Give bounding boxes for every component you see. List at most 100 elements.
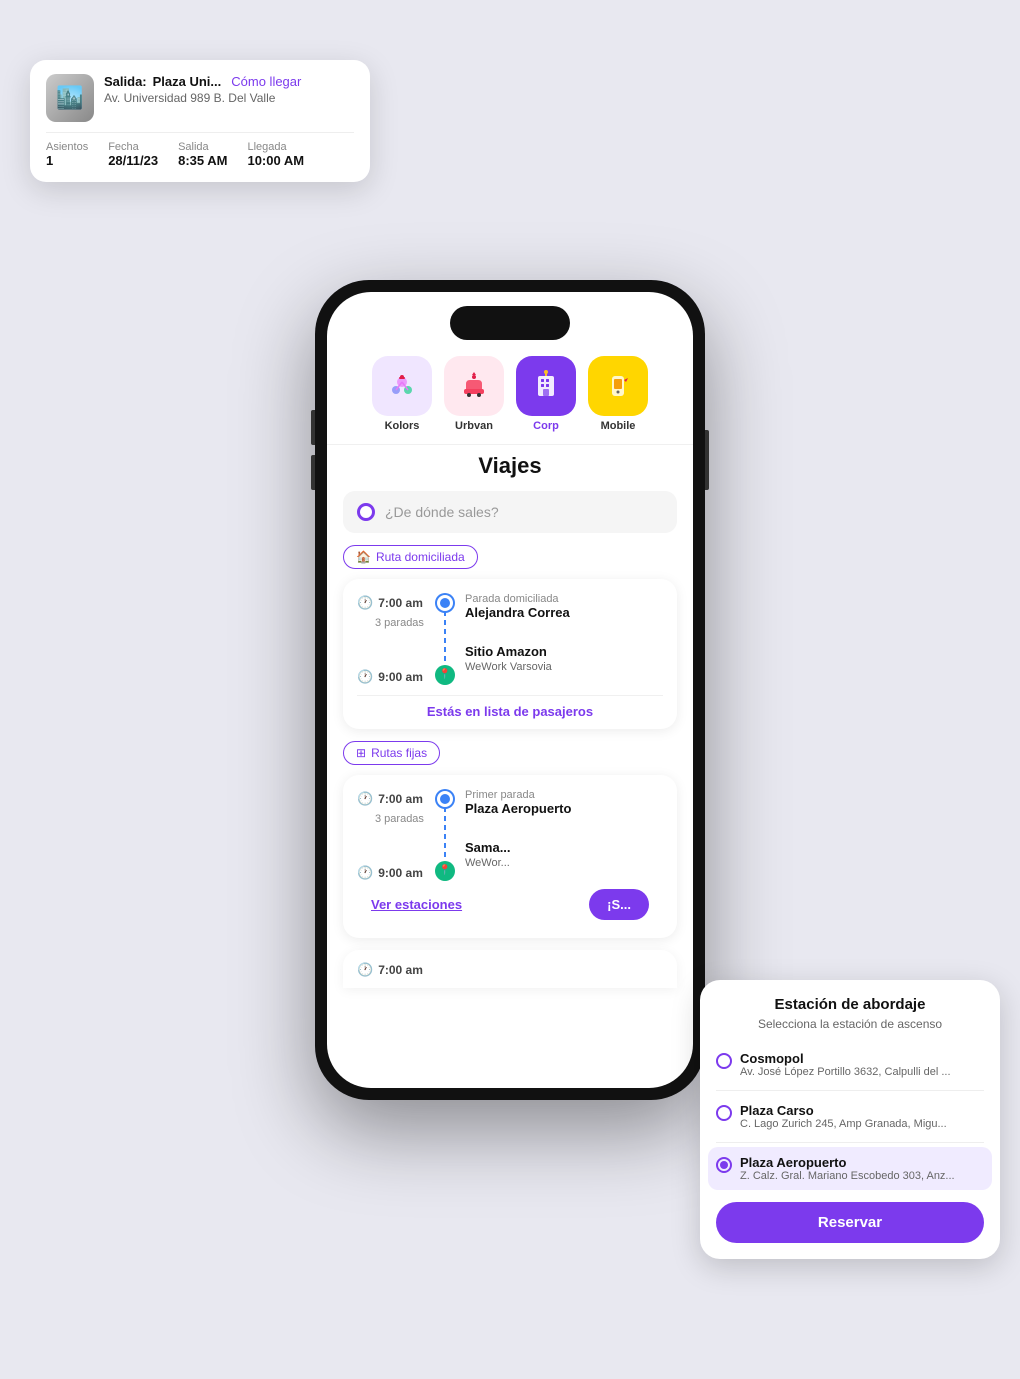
search-location-dot xyxy=(357,503,375,521)
ruta-domiciliada-label: Ruta domiciliada xyxy=(376,550,465,564)
ticket-address: Av. Universidad 989 B. Del Valle xyxy=(104,91,301,105)
route-card-1[interactable]: 🕐 7:00 am 3 paradas 🕐 9:00 am xyxy=(343,579,677,729)
time-bottom-value-2: 9:00 am xyxy=(378,866,423,880)
ticket-divider xyxy=(46,132,354,133)
boarding-option-addr-plazacarso: C. Lago Zurich 245, Amp Granada, Migu... xyxy=(740,1118,947,1130)
ticket-col-value-fecha: 28/11/23 xyxy=(108,153,158,168)
clock-icon-bottom-1: 🕐 xyxy=(357,669,373,685)
ticket-salida-value: Plaza Uni... xyxy=(153,74,222,89)
ticket-col-llegada: Llegada 10:00 AM xyxy=(247,141,304,168)
reservar-button-small[interactable]: ¡S... xyxy=(589,889,649,920)
dot-bottom-2 xyxy=(435,861,455,881)
time-partial-value: 7:00 am xyxy=(378,963,423,977)
app-icon-mobile[interactable]: Mobile xyxy=(588,356,648,432)
vol-button-1 xyxy=(311,410,315,445)
boarding-option-addr-cosmopol: Av. José López Portillo 3632, Calpulli d… xyxy=(740,1066,951,1078)
time-bottom-2: 🕐 9:00 am xyxy=(357,865,425,881)
search-placeholder: ¿De dónde sales? xyxy=(385,504,499,520)
boarding-option-name-plazacarso: Plaza Carso xyxy=(740,1103,947,1118)
stop-sublabel-top-2: Primer parada xyxy=(465,789,663,801)
app-icon-urbvan[interactable]: Urbvan xyxy=(444,356,504,432)
home-icon: 🏠 xyxy=(356,550,371,564)
app-icons-row: Kolors Urbvan xyxy=(327,348,693,444)
app-icon-kolors[interactable]: Kolors xyxy=(372,356,432,432)
route-timeline-1: 🕐 7:00 am 3 paradas 🕐 9:00 am xyxy=(357,593,663,685)
rutas-fijas-label: Rutas fijas xyxy=(371,746,427,760)
stop-info-top-2: Primer parada Plaza Aeropuerto xyxy=(465,789,663,818)
stop-sublabel2-bottom-1: WeWork Varsovia xyxy=(465,661,663,673)
ticket-top: 🏙️ Salida: Plaza Uni... Cómo llegar Av. … xyxy=(46,74,354,122)
stop-sublabel2-bottom-2: WeWor... xyxy=(465,857,663,869)
time-top-value-1: 7:00 am xyxy=(378,596,423,610)
time-bottom-1: 🕐 9:00 am xyxy=(357,669,425,685)
boarding-option-plazaaero[interactable]: Plaza Aeropuerto Z. Calz. Gral. Mariano … xyxy=(708,1147,992,1190)
ticket-col-value-asientos: 1 xyxy=(46,153,88,168)
route-card-2[interactable]: 🕐 7:00 am 3 paradas 🕐 9:00 am xyxy=(343,775,677,938)
boarding-divider-1 xyxy=(716,1090,984,1091)
ver-estaciones-row: Ver estaciones ¡S... xyxy=(357,881,663,928)
ticket-thumbnail: 🏙️ xyxy=(46,74,94,122)
urbvan-label: Urbvan xyxy=(455,420,493,432)
app-icon-corp[interactable]: Corp xyxy=(516,356,576,432)
mobile-label: Mobile xyxy=(601,420,636,432)
boarding-option-name-cosmopol: Cosmopol xyxy=(740,1051,951,1066)
boarding-option-plazacarso[interactable]: Plaza Carso C. Lago Zurich 245, Amp Gran… xyxy=(716,1095,984,1138)
kolors-label: Kolors xyxy=(385,420,420,432)
ruta-domiciliada-tag[interactable]: 🏠 Ruta domiciliada xyxy=(343,545,478,569)
ticket-col-salida: Salida 8:35 AM xyxy=(178,141,227,168)
boarding-option-info-plazacarso: Plaza Carso C. Lago Zurich 245, Amp Gran… xyxy=(740,1103,947,1130)
ticket-cols: Asientos 1 Fecha 28/11/23 Salida 8:35 AM… xyxy=(46,141,354,168)
time-bottom-value-1: 9:00 am xyxy=(378,670,423,684)
phone-screen: Kolors Urbvan xyxy=(327,292,693,1088)
grid-icon: ⊞ xyxy=(356,746,366,760)
search-bar[interactable]: ¿De dónde sales? xyxy=(343,491,677,533)
timeline-info-2: Primer parada Plaza Aeropuerto Sama... W… xyxy=(465,789,663,881)
screen-content: Kolors Urbvan xyxy=(327,292,693,1088)
page-title: Viajes xyxy=(327,453,693,479)
kolors-icon-box xyxy=(372,356,432,416)
dot-bottom-1 xyxy=(435,665,455,685)
clock-icon-top-1: 🕐 xyxy=(357,595,373,611)
boarding-option-cosmopol[interactable]: Cosmopol Av. José López Portillo 3632, C… xyxy=(716,1043,984,1086)
boarding-radio-cosmopol xyxy=(716,1053,732,1069)
boarding-radio-plazacarso xyxy=(716,1105,732,1121)
ticket-col-label-fecha: Fecha xyxy=(108,141,158,153)
ticket-col-value-salida: 8:35 AM xyxy=(178,153,227,168)
stop-info-top-1: Parada domiciliada Alejandra Correa xyxy=(465,593,663,622)
boarding-card: Estación de abordaje Selecciona la estac… xyxy=(700,980,1000,1259)
boarding-divider-2 xyxy=(716,1142,984,1143)
stop-name-top-2: Plaza Aeropuerto xyxy=(465,801,663,816)
boarding-option-name-plazaaero: Plaza Aeropuerto xyxy=(740,1155,955,1170)
dot-top-2 xyxy=(437,791,453,807)
timeline-dots-2 xyxy=(435,789,455,881)
boarding-option-info-plazaaero: Plaza Aeropuerto Z. Calz. Gral. Mariano … xyxy=(740,1155,955,1182)
bottom-partial-card: 🕐 7:00 am xyxy=(343,950,677,988)
ticket-card: 🏙️ Salida: Plaza Uni... Cómo llegar Av. … xyxy=(30,60,370,182)
ticket-col-label-salida: Salida xyxy=(178,141,227,153)
ticket-salida-row: Salida: Plaza Uni... Cómo llegar xyxy=(104,74,301,89)
boarding-option-addr-plazaaero: Z. Calz. Gral. Mariano Escobedo 303, Anz… xyxy=(740,1170,955,1182)
dot-top-1 xyxy=(437,595,453,611)
time-bottom-partial: 🕐 7:00 am xyxy=(357,960,663,978)
ticket-como-llegar-link[interactable]: Cómo llegar xyxy=(231,74,301,89)
dot-line-2 xyxy=(444,807,446,861)
boarding-radio-plazaaero xyxy=(716,1157,732,1173)
passenger-badge-1: Estás en lista de pasajeros xyxy=(357,695,663,719)
clock-icon-bottom-2: 🕐 xyxy=(357,865,373,881)
boarding-title: Estación de abordaje xyxy=(716,996,984,1013)
corp-icon-box xyxy=(516,356,576,416)
rutas-fijas-tag[interactable]: ⊞ Rutas fijas xyxy=(343,741,440,765)
stop-info-bottom-1: Sitio Amazon WeWork Varsovia xyxy=(465,644,663,673)
time-top-1: 🕐 7:00 am xyxy=(357,593,425,611)
timeline-times-2: 🕐 7:00 am 3 paradas 🕐 9:00 am xyxy=(357,789,425,881)
route-timeline-2: 🕐 7:00 am 3 paradas 🕐 9:00 am xyxy=(357,789,663,881)
timeline-info-1: Parada domiciliada Alejandra Correa Siti… xyxy=(465,593,663,685)
phone-notch xyxy=(450,306,570,340)
dot-line-1 xyxy=(444,611,446,665)
ver-estaciones-link[interactable]: Ver estaciones xyxy=(371,897,462,912)
clock-icon-top-2: 🕐 xyxy=(357,791,373,807)
timeline-dots-1 xyxy=(435,593,455,685)
boarding-reservar-button[interactable]: Reservar xyxy=(716,1202,984,1243)
stop-sublabel-top-1: Parada domiciliada xyxy=(465,593,663,605)
clock-icon-partial: 🕐 xyxy=(357,962,373,978)
